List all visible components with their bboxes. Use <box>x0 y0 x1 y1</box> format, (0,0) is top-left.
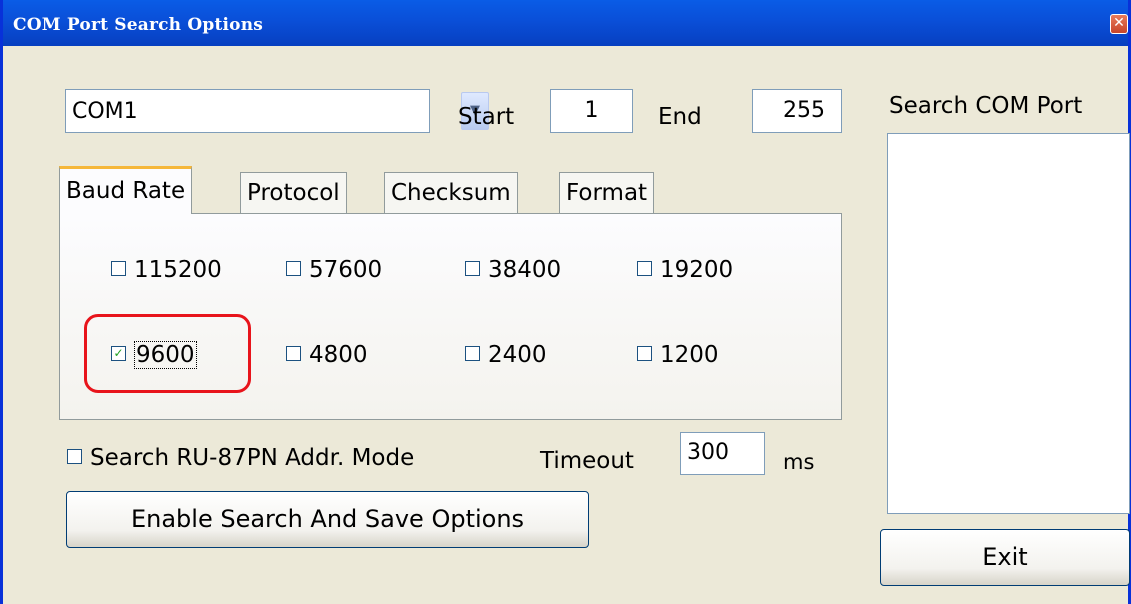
start-label: Start <box>458 104 515 130</box>
end-input[interactable]: 255 <box>752 89 842 133</box>
close-icon: ✕ <box>1113 15 1125 31</box>
tab-checksum[interactable]: Checksum <box>384 172 518 214</box>
baud-option-label: 115200 <box>134 257 222 283</box>
baud-option-label: 2400 <box>488 342 547 368</box>
checkbox[interactable] <box>111 261 126 276</box>
baud-option-1200[interactable]: 1200 <box>637 342 719 368</box>
checkbox[interactable] <box>637 261 652 276</box>
enable-search-save-button[interactable]: Enable Search And Save Options <box>66 491 589 548</box>
title-bar[interactable]: COM Port Search Options ✕ <box>3 0 1128 46</box>
baud-option-57600[interactable]: 57600 <box>286 257 382 283</box>
tab-format[interactable]: Format <box>559 172 655 214</box>
baud-option-38400[interactable]: 38400 <box>465 257 561 283</box>
tab-protocol[interactable]: Protocol <box>240 172 347 214</box>
close-button[interactable]: ✕ <box>1110 14 1128 34</box>
baud-option-115200[interactable]: 115200 <box>111 257 222 283</box>
baud-option-label: 1200 <box>660 342 719 368</box>
timeout-label: Timeout <box>540 448 634 474</box>
com-port-select[interactable]: COM1 ▼ <box>65 89 489 133</box>
tab-baud-rate[interactable]: Baud Rate <box>59 166 193 214</box>
start-input[interactable]: 1 <box>550 89 633 133</box>
end-label: End <box>658 104 702 130</box>
addr-mode-label: Search RU-87PN Addr. Mode <box>90 445 415 471</box>
search-results-list[interactable] <box>887 133 1130 514</box>
checkbox[interactable] <box>637 346 652 361</box>
checkbox[interactable] <box>286 261 301 276</box>
baud-option-label: 4800 <box>309 342 368 368</box>
baud-option-label: 38400 <box>488 257 562 283</box>
addr-mode-option[interactable]: Search RU-87PN Addr. Mode <box>67 445 414 471</box>
baud-option-label: 57600 <box>309 257 383 283</box>
dialog-window: COM Port Search Options ✕ COM1 ▼ Start 1… <box>0 0 1131 604</box>
search-com-port-label: Search COM Port <box>889 93 1083 119</box>
checkbox[interactable] <box>465 346 480 361</box>
baud-option-2400[interactable]: 2400 <box>465 342 547 368</box>
checkbox[interactable] <box>67 449 82 464</box>
window-title: COM Port Search Options <box>13 15 264 35</box>
checkbox[interactable] <box>465 261 480 276</box>
baud-option-19200[interactable]: 19200 <box>637 257 733 283</box>
baud-option-4800[interactable]: 4800 <box>286 342 368 368</box>
timeout-input[interactable]: 300 <box>680 432 765 475</box>
checkbox[interactable] <box>286 346 301 361</box>
highlight-annotation <box>84 314 251 393</box>
com-port-select-value: COM1 <box>72 99 138 124</box>
exit-button[interactable]: Exit <box>880 529 1130 586</box>
timeout-unit: ms <box>783 450 815 474</box>
baud-option-label: 19200 <box>660 257 734 283</box>
